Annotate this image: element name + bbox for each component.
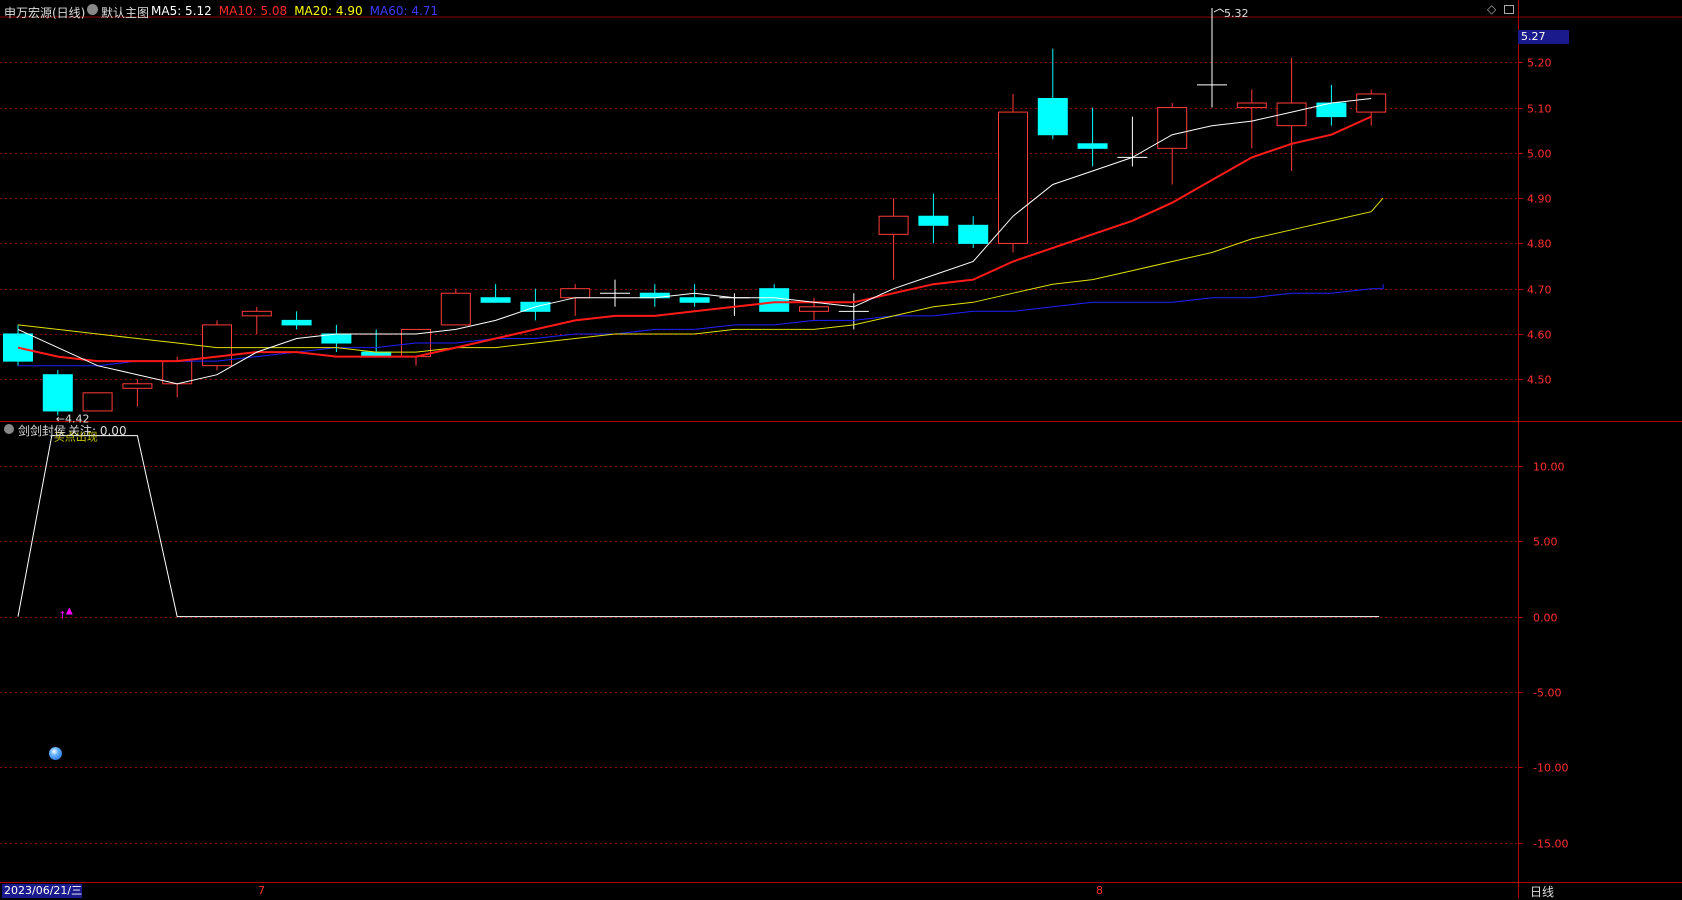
candle-body <box>1077 143 1108 149</box>
expand-icon[interactable] <box>1504 5 1514 14</box>
price-tick-label: 4.60 <box>1527 329 1552 342</box>
indicator-tick-label: -10.00 <box>1533 762 1568 775</box>
indicator-tick-label: -5.00 <box>1533 687 1561 700</box>
candle-body <box>759 288 790 312</box>
candle-body <box>679 297 710 303</box>
candle-body <box>241 310 272 317</box>
date-label: 2023/06/21/三 <box>2 884 83 898</box>
indicator-line <box>17 435 1380 618</box>
high-label: 5.32 <box>1224 7 1249 20</box>
high-pointer <box>1213 8 1225 13</box>
month-label-8: 8 <box>1096 884 1103 897</box>
indicator-value: 关注: 0.00 <box>68 424 127 438</box>
candle-body <box>3 333 33 362</box>
candle-body <box>281 319 312 326</box>
candle-body <box>799 306 829 312</box>
price-tick-label: 4.90 <box>1527 193 1552 206</box>
triangle-marker <box>65 607 73 615</box>
candle-body <box>639 292 670 299</box>
indicator-tick-label: -15.00 <box>1533 838 1568 851</box>
ma-legend-item: MA20: 4.90 <box>294 4 363 18</box>
candle-body <box>162 360 193 385</box>
chart-canvas: 买点出现↑ 5.205.105.004.904.804.704.604.5010… <box>0 0 1682 898</box>
price-tick-label: 5.10 <box>1527 103 1552 116</box>
settings-gear-icon[interactable] <box>87 4 98 15</box>
blue-ball-icon <box>49 747 62 760</box>
ma-legend-item: MA60: 4.71 <box>369 4 439 18</box>
candle-body <box>1356 93 1387 113</box>
candle-body <box>42 374 73 412</box>
candle-body <box>998 111 1028 244</box>
candle-body <box>958 224 989 244</box>
price-tick-label: 5.00 <box>1527 148 1552 161</box>
candle-body <box>440 292 471 326</box>
diamond-icon[interactable]: ◇ <box>1487 2 1496 16</box>
current-price-tag: 5.27 <box>1518 30 1569 44</box>
indicator-tick-label: 10.00 <box>1533 461 1565 474</box>
indicator-tick-label: 5.00 <box>1533 536 1558 549</box>
candle-body <box>918 215 949 226</box>
indicator-gear-icon[interactable] <box>4 424 14 434</box>
candle-body <box>480 297 511 303</box>
candle-body <box>82 392 113 412</box>
indicator-tick-label: 0.00 <box>1533 612 1558 625</box>
price-tick-label: 4.50 <box>1527 374 1552 387</box>
month-label-7: 7 <box>258 884 265 897</box>
price-tick-label: 4.70 <box>1527 284 1552 297</box>
candle-body <box>1037 98 1068 136</box>
candle-body <box>878 215 909 235</box>
ma-legend-item: MA5: 5.12 <box>151 4 212 18</box>
stock-title: 申万宏源(日线) <box>4 6 86 20</box>
price-tick-label: 5.20 <box>1527 57 1552 70</box>
candle-body <box>122 383 153 389</box>
ma-legend: MA5: 5.12 MA10: 5.08 MA20: 4.90 MA60: 4.71 <box>151 4 445 18</box>
ma-legend-item: MA10: 5.08 <box>218 4 288 18</box>
candle-body <box>1236 102 1267 109</box>
main-chart-label[interactable]: 默认主图 <box>101 4 149 21</box>
price-tick-label: 4.80 <box>1527 238 1552 251</box>
up-arrow-marker: ↑ <box>58 611 66 622</box>
indicator-title: 剑剑封侯 <box>18 424 67 438</box>
candle-body <box>1157 107 1188 149</box>
period-button[interactable]: 日线 <box>1530 883 1554 900</box>
candle-body <box>560 288 591 299</box>
